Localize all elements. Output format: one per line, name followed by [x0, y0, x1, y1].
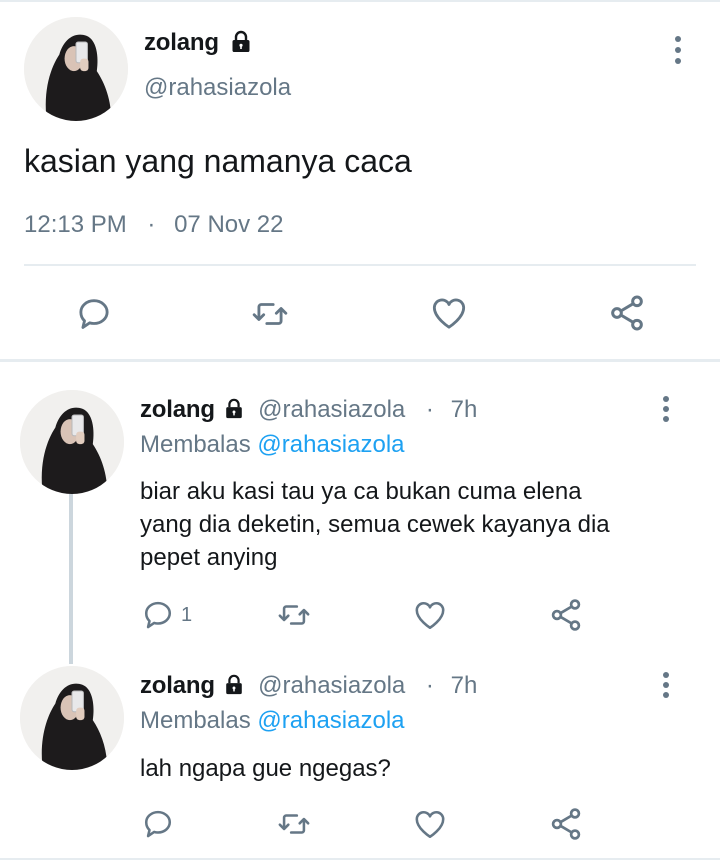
replying-to-link[interactable]: @rahasiazola [257, 707, 404, 734]
tweet-age[interactable]: 7h [451, 396, 478, 423]
reply-text-line: biar aku kasi tau ya ca bukan cuma elena [140, 478, 582, 505]
avatar[interactable] [20, 390, 124, 494]
reply-header: zolang @rahasiazola · 7h [140, 394, 477, 426]
more-options-icon[interactable] [654, 395, 678, 425]
like-button[interactable] [412, 806, 448, 842]
protected-lock-icon [226, 674, 243, 694]
display-name[interactable]: zolang [140, 396, 215, 423]
thread-line [69, 492, 73, 664]
share-button[interactable] [607, 293, 647, 333]
timestamp-row: 12:13 PM · 07 Nov 22 [24, 209, 283, 241]
reply-button[interactable]: 1 [141, 598, 192, 632]
display-name[interactable]: zolang [144, 29, 219, 56]
more-options-icon[interactable] [666, 35, 690, 65]
reply-text: lah ngapa gue ngegas? [140, 752, 391, 785]
replying-prefix: Membalas [140, 707, 251, 734]
author-row: zolang [144, 27, 253, 59]
handle[interactable]: @rahasiazola [258, 672, 405, 699]
separator-dot: · [425, 672, 434, 699]
tweet-text: kasian yang namanya caca [24, 143, 412, 179]
reply-icon [144, 810, 172, 838]
reply-text-line: pepet anying [140, 544, 278, 571]
reply-header: zolang @rahasiazola · 7h [140, 670, 477, 702]
display-name[interactable]: zolang [140, 672, 215, 699]
tweet-age[interactable]: 7h [451, 672, 478, 699]
separator-dot: · [147, 211, 156, 238]
separator-dot: · [425, 396, 434, 423]
share-icon [551, 808, 581, 840]
section-divider [0, 359, 720, 362]
replying-to-link[interactable]: @rahasiazola [257, 431, 404, 458]
replying-prefix: Membalas [140, 431, 251, 458]
reply-text-line: lah ngapa gue ngegas? [140, 755, 391, 782]
retweet-icon [278, 814, 310, 834]
avatar-photo [20, 666, 124, 770]
tweet-time[interactable]: 12:13 PM [24, 211, 127, 238]
share-button[interactable] [548, 597, 584, 633]
like-button[interactable] [429, 293, 469, 333]
reply-icon [144, 601, 172, 629]
like-icon [415, 811, 445, 839]
reply-count: 1 [181, 603, 193, 626]
reply-icon [79, 299, 109, 329]
protected-lock-icon [226, 398, 243, 418]
protected-lock-icon [232, 30, 250, 52]
avatar-photo [20, 390, 124, 494]
reply-text: biar aku kasi tau ya ca bukan cuma elena… [140, 475, 610, 574]
share-icon [551, 599, 581, 631]
more-options-icon[interactable] [654, 671, 678, 701]
bottom-divider [0, 858, 720, 860]
avatar-photo [24, 17, 128, 121]
replying-to: Membalas @rahasiazola [140, 429, 405, 461]
handle[interactable]: @rahasiazola [144, 72, 291, 104]
share-icon [611, 295, 643, 331]
handle[interactable]: @rahasiazola [258, 396, 405, 423]
retweet-button[interactable] [250, 295, 290, 333]
tweet-date[interactable]: 07 Nov 22 [174, 211, 283, 238]
retweet-icon [252, 303, 288, 325]
retweet-icon [278, 605, 310, 625]
avatar[interactable] [20, 666, 124, 770]
retweet-button[interactable] [276, 807, 312, 841]
replying-to: Membalas @rahasiazola [140, 705, 405, 737]
retweet-button[interactable] [276, 598, 312, 632]
like-icon [415, 602, 445, 630]
like-icon [432, 298, 466, 329]
like-button[interactable] [412, 597, 448, 633]
share-button[interactable] [548, 806, 584, 842]
reply-button[interactable] [141, 807, 175, 841]
reply-text-line: yang dia deketin, semua cewek kayanya di… [140, 511, 610, 538]
top-divider [0, 0, 720, 2]
avatar[interactable] [24, 17, 128, 121]
reply-button[interactable] [75, 295, 113, 333]
divider [24, 264, 696, 266]
